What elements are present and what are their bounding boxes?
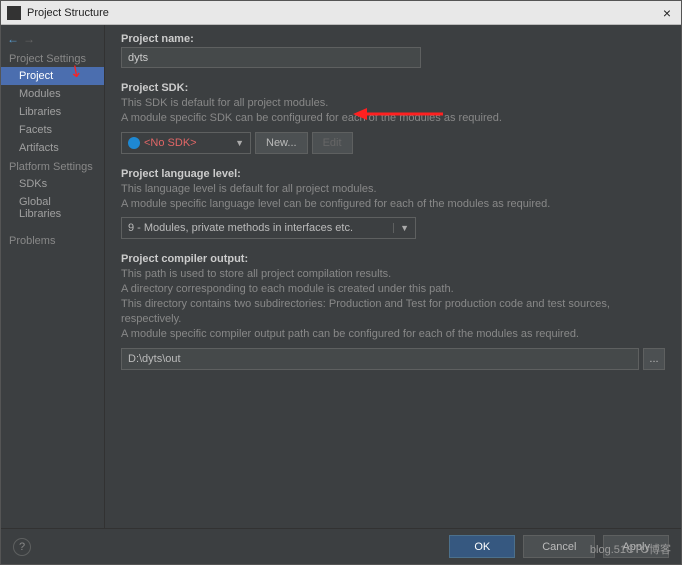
language-level-value: 9 - Modules, private methods in interfac… <box>128 222 353 234</box>
ok-button[interactable]: OK <box>449 535 515 558</box>
chevron-down-icon: ▼ <box>393 223 409 233</box>
titlebar: Project Structure × <box>1 1 681 25</box>
compiler-output-label: Project compiler output: <box>121 253 665 265</box>
sidebar-item-global-libraries[interactable]: Global Libraries <box>1 193 104 223</box>
sidebar-item-artifacts[interactable]: Artifacts <box>1 139 104 157</box>
sidebar-item-modules[interactable]: Modules <box>1 85 104 103</box>
sdk-edit-button[interactable]: Edit <box>312 132 353 154</box>
sidebar-item-sdks[interactable]: SDKs <box>1 175 104 193</box>
footer: ? OK Cancel Apply <box>1 528 681 564</box>
section-project-settings: Project Settings <box>1 49 104 67</box>
section-platform-settings: Platform Settings <box>1 157 104 175</box>
forward-icon[interactable]: → <box>23 32 35 46</box>
close-icon[interactable]: × <box>659 5 675 21</box>
output-desc1: This path is used to store all project c… <box>121 267 665 282</box>
sdk-row: <No SDK> ▼ New... Edit <box>121 132 665 154</box>
sdk-new-button[interactable]: New... <box>255 132 308 154</box>
browse-button[interactable]: ... <box>643 348 665 370</box>
app-icon <box>7 6 21 20</box>
sidebar: ← → ↘ Project Settings Project Modules L… <box>1 25 105 529</box>
content: ← → ↘ Project Settings Project Modules L… <box>1 25 681 529</box>
output-desc2: A directory corresponding to each module… <box>121 282 665 297</box>
project-name-label: Project name: <box>121 33 665 45</box>
compiler-output-section: Project compiler output: This path is us… <box>121 253 665 369</box>
project-sdk-label: Project SDK: <box>121 82 665 94</box>
apply-button[interactable]: Apply <box>603 535 669 558</box>
back-icon[interactable]: ← <box>7 32 19 46</box>
compiler-output-input[interactable] <box>121 348 639 370</box>
chevron-down-icon: ▼ <box>235 138 244 148</box>
project-sdk-section: Project SDK: This SDK is default for all… <box>121 82 665 154</box>
output-desc4: A module specific compiler output path c… <box>121 327 665 342</box>
sdk-desc1: This SDK is default for all project modu… <box>121 96 665 111</box>
sdk-icon <box>128 137 140 149</box>
window-title: Project Structure <box>27 7 659 19</box>
language-level-label: Project language level: <box>121 168 665 180</box>
lang-desc1: This language level is default for all p… <box>121 182 665 197</box>
lang-row: 9 - Modules, private methods in interfac… <box>121 217 665 239</box>
language-level-section: Project language level: This language le… <box>121 168 665 240</box>
cancel-button[interactable]: Cancel <box>523 535 595 558</box>
output-desc3: This directory contains two subdirectori… <box>121 297 665 327</box>
help-icon[interactable]: ? <box>13 538 31 556</box>
main-panel: Project name: Project SDK: This SDK is d… <box>105 25 681 529</box>
sidebar-toolstrip: ← → <box>1 29 104 49</box>
project-name-input[interactable] <box>121 47 421 68</box>
sdk-value: <No SDK> <box>144 137 231 149</box>
section-problems[interactable]: Problems <box>1 231 104 249</box>
sidebar-item-facets[interactable]: Facets <box>1 121 104 139</box>
language-level-dropdown[interactable]: 9 - Modules, private methods in interfac… <box>121 217 416 239</box>
sdk-desc2: A module specific SDK can be configured … <box>121 111 665 126</box>
lang-desc2: A module specific language level can be … <box>121 197 665 212</box>
project-name-section: Project name: <box>121 33 665 68</box>
output-row: ... <box>121 348 665 370</box>
sidebar-item-libraries[interactable]: Libraries <box>1 103 104 121</box>
sdk-dropdown[interactable]: <No SDK> ▼ <box>121 132 251 154</box>
sidebar-item-project[interactable]: Project <box>1 67 104 85</box>
